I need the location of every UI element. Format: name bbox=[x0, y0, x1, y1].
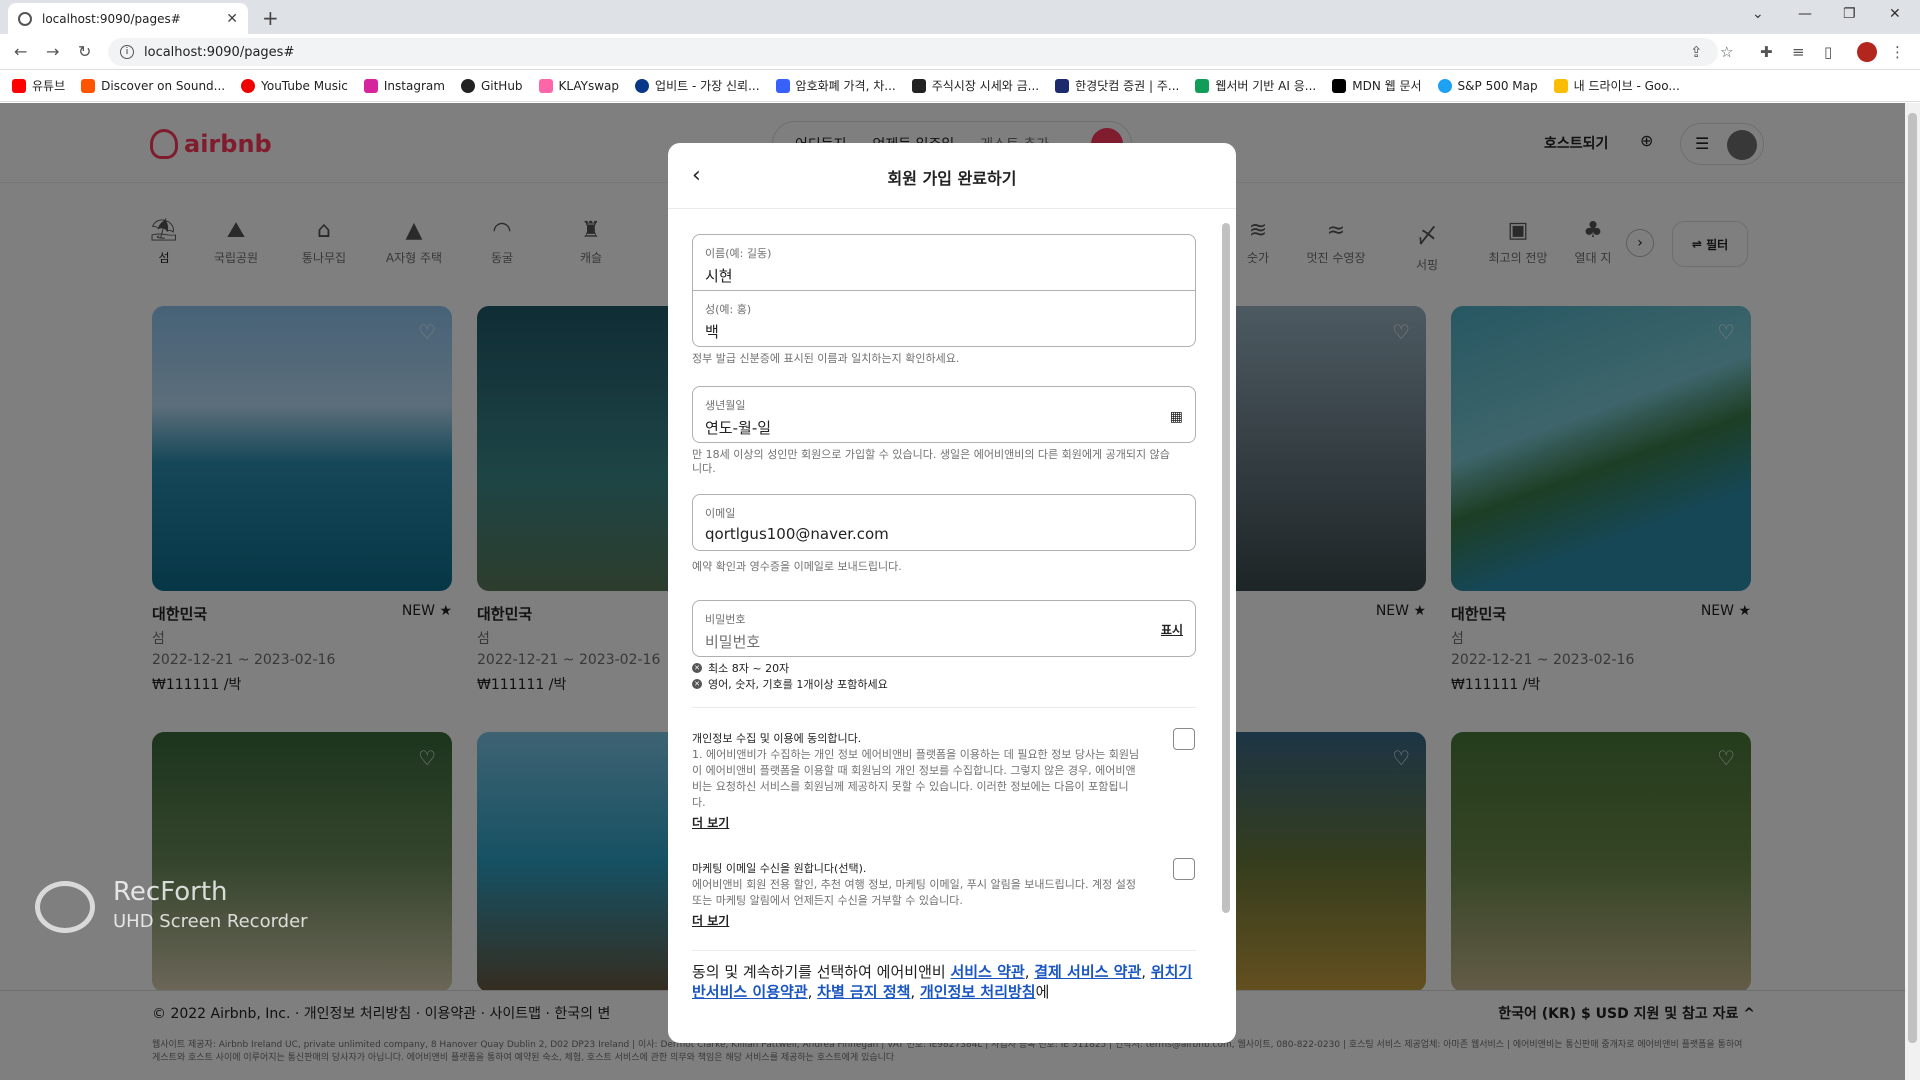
github-icon bbox=[460, 78, 475, 93]
password-rule: ✕ 영어, 숫자, 기호를 1개이상 포함하세요 bbox=[692, 676, 888, 692]
forward-icon[interactable]: → bbox=[46, 42, 59, 61]
bookmark-item[interactable]: 암호화폐 가격, 차... bbox=[775, 77, 896, 94]
scrollbar-thumb[interactable] bbox=[1222, 223, 1230, 913]
instagram-icon bbox=[363, 78, 378, 93]
finviz-icon bbox=[1437, 78, 1452, 93]
extensions-icon[interactable]: ✚ bbox=[1760, 43, 1773, 61]
page-scrollbar[interactable] bbox=[1905, 103, 1920, 1080]
x-circle-icon: ✕ bbox=[692, 663, 702, 673]
investing-icon bbox=[911, 78, 926, 93]
browser-tab[interactable]: localhost:9090/pages# ✕ bbox=[8, 3, 248, 34]
privacy-policy-link[interactable]: 개인정보 처리방침 bbox=[920, 983, 1036, 1001]
consent-marketing-checkbox[interactable] bbox=[1173, 858, 1195, 880]
consent-privacy-body: 1. 에어비앤비가 수집하는 개인 정보 에어비앤비 플랫폼을 이용하는 데 필… bbox=[692, 748, 1140, 809]
bookmark-item[interactable]: Instagram bbox=[363, 78, 445, 93]
drive-icon bbox=[1195, 78, 1210, 93]
url-text: localhost:9090/pages# bbox=[144, 44, 295, 60]
klayswap-icon bbox=[538, 78, 553, 93]
star-icon[interactable]: ☆ bbox=[1720, 43, 1733, 61]
close-tab-icon[interactable]: ✕ bbox=[226, 11, 238, 27]
mdn-icon bbox=[1332, 78, 1347, 93]
youtube-music-icon bbox=[241, 78, 256, 93]
hankyung-icon bbox=[1055, 78, 1070, 93]
x-circle-icon: ✕ bbox=[692, 679, 702, 689]
bookmark-item[interactable]: 내 드라이브 - Goo... bbox=[1553, 77, 1680, 94]
soundcloud-icon bbox=[81, 78, 96, 93]
name-help: 정부 발급 신분증에 표시된 이름과 일치하는지 확인하세요. bbox=[692, 352, 960, 365]
nondiscrimination-link[interactable]: 차별 금지 정책 bbox=[817, 983, 910, 1001]
birthdate-field[interactable]: 생년월일 연도-월-일 ▦ bbox=[692, 386, 1196, 443]
modal-header: ‹ 회원 가입 완료하기 bbox=[668, 143, 1236, 209]
restore-button[interactable]: ❐ bbox=[1843, 6, 1856, 22]
bookmark-item[interactable]: Discover on Sound... bbox=[81, 78, 225, 93]
bookmark-item[interactable]: KLAYswap bbox=[538, 78, 619, 93]
scrollbar-thumb[interactable] bbox=[1908, 113, 1917, 1043]
more-link[interactable]: 더 보기 bbox=[692, 814, 729, 831]
bookmark-item[interactable]: S&P 500 Map bbox=[1437, 78, 1538, 93]
url-bar[interactable]: i localhost:9090/pages# bbox=[108, 38, 1718, 66]
bookmark-item[interactable]: 주식시장 시세와 금... bbox=[911, 77, 1039, 94]
bookmark-item[interactable]: 웹서버 기반 AI 응... bbox=[1195, 77, 1316, 94]
profile-avatar[interactable] bbox=[1857, 42, 1877, 62]
menu-icon[interactable]: ⋮ bbox=[1890, 43, 1905, 61]
bookmark-item[interactable]: 한경닷컴 증권 | 주... bbox=[1055, 77, 1179, 94]
tab-list-icon[interactable]: ⌄ bbox=[1752, 6, 1764, 22]
bookmark-item[interactable]: MDN 웹 문서 bbox=[1332, 77, 1422, 94]
bookmark-item[interactable]: 업비트 - 가장 신뢰... bbox=[635, 77, 760, 94]
sidepanel-icon[interactable]: ▯ bbox=[1824, 43, 1832, 61]
modal-scrollbar[interactable] bbox=[1222, 213, 1230, 1033]
terms-link[interactable]: 서비스 약관 bbox=[950, 963, 1024, 981]
address-bar-row: ← → ↻ i localhost:9090/pages# ⇪ ☆ ✚ ≡ ▯ … bbox=[0, 34, 1920, 70]
browser-tab-strip: localhost:9090/pages# ✕ + ⌄ — ❐ ✕ bbox=[0, 0, 1920, 34]
consent-privacy-checkbox[interactable] bbox=[1173, 728, 1195, 750]
bookmarks-bar: 유튜브 Discover on Sound... YouTube Music I… bbox=[0, 70, 1920, 102]
calendar-icon[interactable]: ▦ bbox=[1170, 409, 1183, 425]
coinmarketcap-icon bbox=[775, 78, 790, 93]
last-name-field[interactable]: 성(예: 홍) 백 bbox=[692, 290, 1196, 347]
bookmark-item[interactable]: 유튜브 bbox=[12, 77, 65, 94]
share-icon[interactable]: ⇪ bbox=[1690, 43, 1703, 61]
birth-help: 만 18세 이상의 성인만 회원으로 가입할 수 있습니다. 생일은 에어비앤비… bbox=[692, 448, 1170, 475]
email-field[interactable]: 이메일 qortlgus100@naver.com bbox=[692, 494, 1196, 551]
divider bbox=[692, 707, 1196, 708]
info-icon[interactable]: i bbox=[120, 45, 134, 59]
payment-terms-link[interactable]: 결제 서비스 약관 bbox=[1034, 963, 1141, 981]
new-tab-button[interactable]: + bbox=[262, 6, 279, 30]
globe-icon bbox=[18, 11, 32, 26]
show-password-button[interactable]: 표시 bbox=[1161, 621, 1183, 638]
close-window-button[interactable]: ✕ bbox=[1889, 6, 1901, 22]
youtube-icon bbox=[12, 78, 26, 93]
consent-marketing-body: 에어비앤비 회원 전용 할인, 추천 여행 정보, 마케팅 이메일, 푸시 알림… bbox=[692, 878, 1136, 907]
divider bbox=[692, 950, 1196, 951]
password-field[interactable]: 비밀번호 비밀번호 표시 bbox=[692, 600, 1196, 657]
consent-privacy-title: 개인정보 수집 및 이용에 동의합니다. bbox=[692, 732, 862, 745]
reload-icon[interactable]: ↻ bbox=[78, 42, 91, 61]
signup-modal: ‹ 회원 가입 완료하기 이름(예: 길동) 시현 성(예: 홍) 백 정부 발… bbox=[668, 143, 1236, 1043]
minimize-button[interactable]: — bbox=[1798, 6, 1812, 22]
drive-icon bbox=[1553, 78, 1568, 93]
bookmark-item[interactable]: GitHub bbox=[460, 78, 523, 93]
bookmark-item[interactable]: YouTube Music bbox=[241, 78, 348, 93]
password-rule: ✕ 최소 8자 ~ 20자 bbox=[692, 660, 789, 676]
camera-icon bbox=[35, 881, 95, 933]
back-icon[interactable]: ← bbox=[14, 42, 27, 61]
consent-marketing-title: 마케팅 이메일 수신을 원합니다(선택). bbox=[692, 862, 867, 875]
first-name-field[interactable]: 이름(예: 길동) 시현 bbox=[692, 234, 1196, 291]
terms-text: 동의 및 계속하기를 선택하여 에어비앤비 서비스 약관, 결제 서비스 약관,… bbox=[692, 963, 1193, 1001]
email-help: 예약 확인과 영수증을 이메일로 보내드립니다. bbox=[692, 560, 902, 573]
media-icon[interactable]: ≡ bbox=[1792, 43, 1805, 61]
modal-title: 회원 가입 완료하기 bbox=[887, 169, 1017, 188]
modal-body: 이름(예: 길동) 시현 성(예: 홍) 백 정부 발급 신분증에 표시된 이름… bbox=[668, 210, 1236, 1043]
upbit-icon bbox=[635, 78, 650, 93]
more-link[interactable]: 더 보기 bbox=[692, 912, 729, 929]
tab-title: localhost:9090/pages# bbox=[42, 11, 181, 26]
airbnb-page: airbnb 어디든지 언제든 일주일 게스트 추가 호스트되기 ⊕ ☰ ⛱섬 … bbox=[0, 103, 1905, 1080]
